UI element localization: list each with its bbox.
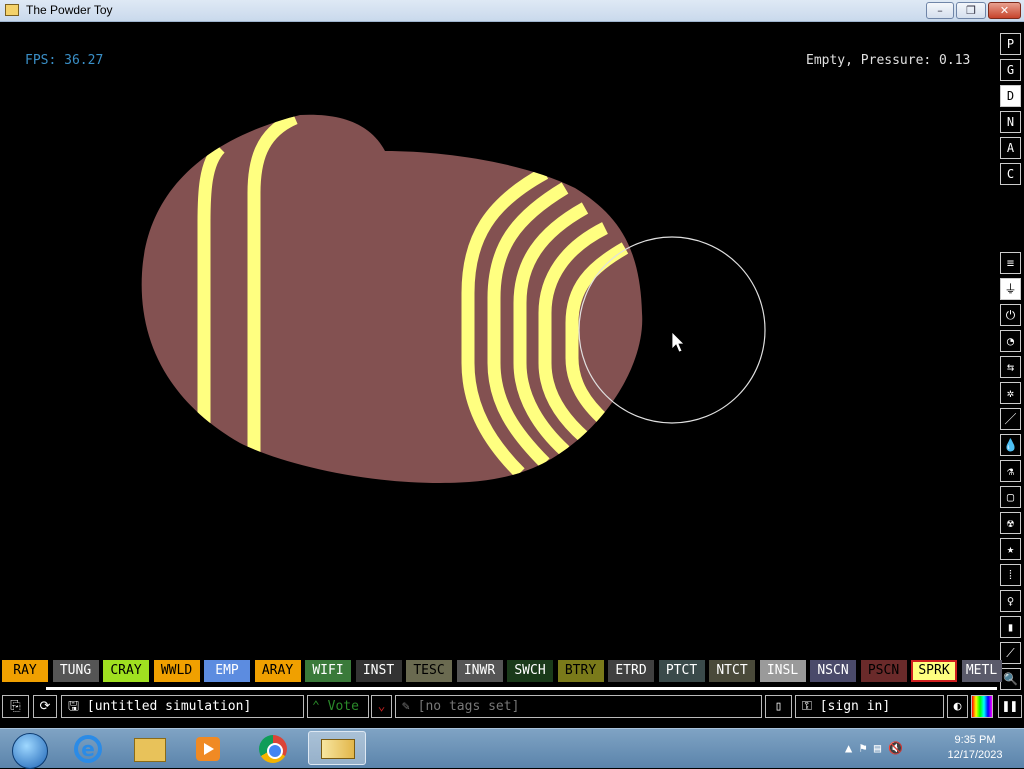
element-nscn[interactable]: NSCN	[810, 660, 856, 682]
vote-up-button[interactable]: ⌃ Vote	[307, 695, 369, 718]
open-save-icon[interactable]: ⎘	[2, 695, 29, 718]
clock-date: 12/17/2023	[947, 749, 1003, 761]
render-options-icon[interactable]	[971, 695, 993, 718]
app-icon	[5, 4, 19, 16]
system-clock[interactable]: 9:35 PM 12/17/2023	[940, 733, 1010, 763]
taskbar-internet-explorer-icon[interactable]: e	[62, 731, 116, 765]
powered-icon[interactable]: ⏻	[1000, 304, 1021, 326]
favorites-icon[interactable]: ▮	[1000, 616, 1021, 638]
mode-button-c[interactable]: C	[1000, 163, 1021, 185]
taskbar-powder-toy-icon[interactable]	[308, 731, 366, 765]
new-simulation-icon[interactable]: ▯	[765, 695, 792, 718]
minimize-button[interactable]: –	[926, 2, 954, 19]
mode-button-p[interactable]: P	[1000, 33, 1021, 55]
save-icon: 🖫	[68, 699, 87, 714]
solids-icon[interactable]: ⚗	[1000, 460, 1021, 482]
maximize-button[interactable]: ❐	[956, 2, 986, 19]
taskbar-file-explorer-icon[interactable]	[122, 731, 176, 765]
element-pscn[interactable]: PSCN	[860, 660, 907, 682]
sensors-icon[interactable]: ◔	[1000, 330, 1021, 352]
element-inst[interactable]: INST	[355, 660, 402, 682]
element-emp[interactable]: EMP	[204, 660, 250, 682]
element-ptct[interactable]: PTCT	[658, 660, 705, 682]
element-etrd[interactable]: ETRD	[608, 660, 654, 682]
special-icon[interactable]: ★	[1000, 538, 1021, 560]
tag-icon: ✎	[402, 699, 418, 714]
search-icon[interactable]: 🔍	[1000, 668, 1021, 690]
element-wwld[interactable]: WWLD	[153, 660, 200, 682]
element-ntct[interactable]: NTCT	[709, 660, 755, 682]
vote-label: Vote	[327, 699, 359, 714]
element-tung[interactable]: TUNG	[52, 660, 99, 682]
mode-button-g[interactable]: G	[1000, 59, 1021, 81]
window-titlebar: The Powder Toy – ❐ ✕	[0, 0, 1024, 22]
mode-button-d[interactable]: D	[1000, 85, 1021, 107]
taskbar-media-player-icon[interactable]	[182, 731, 236, 765]
fps-counter: FPS: 36.27	[25, 53, 104, 68]
simulation-drawing[interactable]	[0, 23, 1024, 689]
vote-up-icon: ⌃	[312, 699, 328, 714]
mode-button-a[interactable]: A	[1000, 137, 1021, 159]
decoration-icon[interactable]: ⟋	[1000, 642, 1021, 664]
simulation-name-field[interactable]: 🖫 [untitled simulation]	[61, 695, 304, 718]
element-inwr[interactable]: INWR	[456, 660, 503, 682]
element-sprk[interactable]: SPRK	[911, 660, 957, 682]
mouse-pointer	[671, 331, 685, 353]
radioactive-icon[interactable]: ☢	[1000, 512, 1021, 534]
taskbar-start-orb-icon[interactable]	[4, 731, 58, 769]
taskbar-chrome-icon[interactable]	[246, 731, 300, 765]
vote-down-button[interactable]: ⌄	[371, 695, 392, 718]
explosives-icon[interactable]: ✲	[1000, 382, 1021, 404]
element-cray[interactable]: CRAY	[103, 660, 149, 682]
simulation-canvas[interactable]	[0, 23, 1024, 689]
sign-in-button[interactable]: ⚿ [sign in]	[795, 695, 944, 718]
sign-in-label: [sign in]	[819, 699, 891, 714]
close-button[interactable]: ✕	[988, 2, 1021, 19]
tools-icon[interactable]: ♀	[1000, 590, 1021, 612]
tags-label: [no tags set]	[417, 699, 520, 714]
element-scrollbar[interactable]	[46, 687, 997, 690]
walls-icon[interactable]: ▢	[1000, 486, 1021, 508]
life-icon[interactable]: ⁞	[1000, 564, 1021, 586]
reload-icon[interactable]: ⟳	[33, 695, 57, 718]
electronics-icon[interactable]: ⏚	[1000, 278, 1021, 300]
window-title: The Powder Toy	[26, 3, 113, 17]
force-icon[interactable]: ⇆	[1000, 356, 1021, 378]
element-ray[interactable]: RAY	[2, 660, 48, 682]
clock-time: 9:35 PM	[954, 734, 996, 746]
element-metl[interactable]: METL	[961, 660, 1002, 682]
pause-button[interactable]: ❚❚	[998, 695, 1022, 718]
element-aray[interactable]: ARAY	[254, 660, 301, 682]
element-insl[interactable]: INSL	[759, 660, 806, 682]
settings-icon[interactable]: ◐	[947, 695, 968, 718]
liquids-icon[interactable]: 💧	[1000, 434, 1021, 456]
element-tesc[interactable]: TESC	[406, 660, 452, 682]
element-wifi[interactable]: WIFI	[305, 660, 351, 682]
menu-list-icon[interactable]: ≡	[1000, 252, 1021, 274]
key-icon: ⚿	[802, 699, 820, 714]
tray-icons[interactable]: ▲ ⚑ ▤ 🔇	[845, 741, 903, 755]
tags-field[interactable]: ✎ [no tags set]	[395, 695, 762, 718]
simulation-name: [untitled simulation]	[86, 699, 252, 714]
pressure-status: Empty, Pressure: 0.13	[806, 53, 971, 68]
mode-button-n[interactable]: N	[1000, 111, 1021, 133]
element-swch[interactable]: SWCH	[507, 660, 553, 682]
element-btry[interactable]: BTRY	[557, 660, 604, 682]
gases-icon[interactable]: ／	[1000, 408, 1021, 430]
